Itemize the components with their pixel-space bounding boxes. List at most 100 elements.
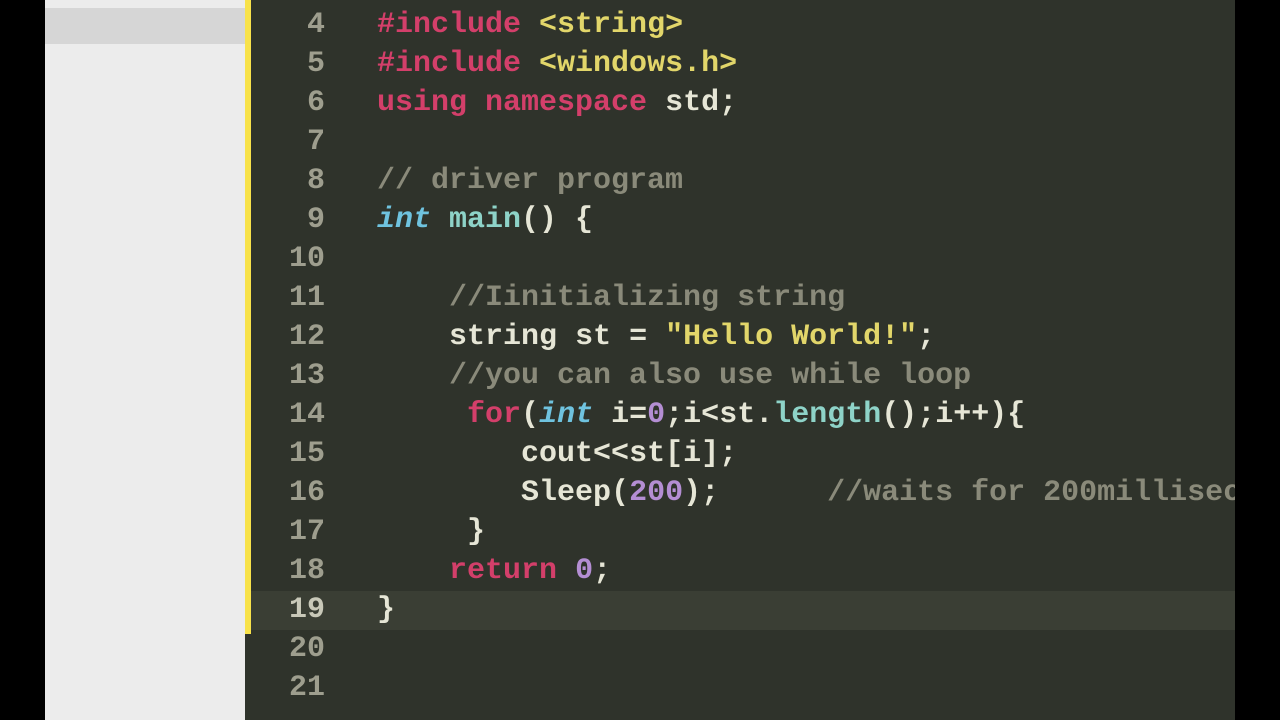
code-token: = bbox=[629, 398, 647, 432]
code-token: (); bbox=[881, 398, 935, 432]
code-token: using bbox=[377, 86, 467, 120]
margin-marker bbox=[45, 8, 245, 44]
line-number[interactable]: 13 bbox=[251, 357, 343, 396]
code-token: Sleep bbox=[521, 476, 611, 510]
code-token: 200 bbox=[629, 476, 683, 510]
code-token: < bbox=[701, 398, 719, 432]
code-line[interactable] bbox=[343, 669, 1235, 708]
line-number[interactable]: 6 bbox=[251, 84, 343, 123]
code-token bbox=[557, 320, 575, 354]
code-token: } bbox=[449, 515, 485, 549]
code-token: <windows.h> bbox=[539, 47, 737, 81]
code-token: st bbox=[575, 320, 611, 354]
code-token bbox=[593, 398, 611, 432]
code-line[interactable]: return 0; bbox=[343, 552, 1235, 591]
code-token: "Hello World!" bbox=[665, 320, 917, 354]
code-token: = bbox=[611, 320, 665, 354]
code-token bbox=[719, 476, 827, 510]
folding-margin[interactable] bbox=[45, 0, 245, 720]
line-number[interactable]: 19 bbox=[251, 591, 343, 630]
line-number[interactable]: 7 bbox=[251, 123, 343, 162]
code-token: ; bbox=[719, 86, 737, 120]
line-number[interactable]: 9 bbox=[251, 201, 343, 240]
code-line[interactable]: int main() { bbox=[343, 201, 1235, 240]
code-token: st bbox=[629, 437, 665, 471]
code-line[interactable]: } bbox=[343, 513, 1235, 552]
code-token: 0 bbox=[575, 554, 593, 588]
line-number[interactable]: 15 bbox=[251, 435, 343, 474]
code-line[interactable]: Sleep(200); //waits for 200milliseco bbox=[343, 474, 1235, 513]
line-number[interactable]: 18 bbox=[251, 552, 343, 591]
code-token bbox=[521, 47, 539, 81]
line-number-gutter[interactable]: 456789101112131415161718192021 bbox=[251, 0, 343, 720]
code-token: () { bbox=[521, 203, 593, 237]
line-number[interactable]: 11 bbox=[251, 279, 343, 318]
line-number[interactable]: 8 bbox=[251, 162, 343, 201]
code-token bbox=[467, 86, 485, 120]
code-token: } bbox=[377, 593, 395, 627]
code-token: cout bbox=[521, 437, 593, 471]
code-line[interactable]: #include <string> bbox=[343, 6, 1235, 45]
code-line[interactable]: } bbox=[343, 591, 1235, 630]
line-number[interactable]: 14 bbox=[251, 396, 343, 435]
line-number[interactable]: 20 bbox=[251, 630, 343, 669]
line-number[interactable]: 4 bbox=[251, 6, 343, 45]
code-token: #include bbox=[377, 8, 521, 42]
code-token: ; bbox=[917, 320, 935, 354]
code-token: // driver program bbox=[377, 164, 683, 198]
code-token: ( bbox=[611, 476, 629, 510]
code-token: //waits for 200milliseco bbox=[827, 476, 1235, 510]
code-editor-area[interactable]: #include <string>#include <windows.h>usi… bbox=[343, 0, 1235, 720]
code-line[interactable] bbox=[343, 240, 1235, 279]
code-token bbox=[647, 86, 665, 120]
code-token: << bbox=[593, 437, 629, 471]
code-token bbox=[521, 8, 539, 42]
code-token: 0 bbox=[647, 398, 665, 432]
code-token: i bbox=[683, 437, 701, 471]
code-token: ( bbox=[521, 398, 539, 432]
code-line[interactable]: // driver program bbox=[343, 162, 1235, 201]
code-token: string bbox=[449, 320, 557, 354]
code-line[interactable] bbox=[343, 123, 1235, 162]
code-token: ; bbox=[665, 398, 683, 432]
code-token bbox=[449, 398, 467, 432]
code-token: length bbox=[773, 398, 881, 432]
code-line[interactable]: for(int i=0;i<st.length();i++){ bbox=[343, 396, 1235, 435]
code-token: <string> bbox=[539, 8, 683, 42]
code-token bbox=[431, 203, 449, 237]
code-line[interactable]: using namespace std; bbox=[343, 84, 1235, 123]
code-token: ++ bbox=[953, 398, 989, 432]
code-line[interactable]: //Iinitializing string bbox=[343, 279, 1235, 318]
line-number[interactable]: 12 bbox=[251, 318, 343, 357]
code-token: i bbox=[935, 398, 953, 432]
line-number[interactable]: 16 bbox=[251, 474, 343, 513]
code-token: for bbox=[467, 398, 521, 432]
code-line[interactable]: #include <windows.h> bbox=[343, 45, 1235, 84]
code-token: #include bbox=[377, 47, 521, 81]
line-number[interactable]: 21 bbox=[251, 669, 343, 708]
line-number[interactable]: 10 bbox=[251, 240, 343, 279]
code-line[interactable]: cout<<st[i]; bbox=[343, 435, 1235, 474]
code-token: st bbox=[719, 398, 755, 432]
line-number[interactable]: 5 bbox=[251, 45, 343, 84]
code-token: main bbox=[449, 203, 521, 237]
code-token: namespace bbox=[485, 86, 647, 120]
code-token: return bbox=[449, 554, 557, 588]
editor-frame: 456789101112131415161718192021 #include … bbox=[45, 0, 1235, 720]
line-number[interactable]: 17 bbox=[251, 513, 343, 552]
code-token bbox=[557, 554, 575, 588]
code-token: [ bbox=[665, 437, 683, 471]
code-token: ){ bbox=[989, 398, 1025, 432]
code-token: int bbox=[539, 398, 593, 432]
code-token: ); bbox=[683, 476, 719, 510]
code-token: . bbox=[755, 398, 773, 432]
code-line[interactable]: //you can also use while loop bbox=[343, 357, 1235, 396]
code-line[interactable]: string st = "Hello World!"; bbox=[343, 318, 1235, 357]
code-line[interactable] bbox=[343, 630, 1235, 669]
code-token: ; bbox=[593, 554, 611, 588]
code-token: i bbox=[683, 398, 701, 432]
code-token: //Iinitializing string bbox=[449, 281, 845, 315]
code-token: int bbox=[377, 203, 431, 237]
code-token: //you can also use while loop bbox=[449, 359, 971, 393]
code-token: ]; bbox=[701, 437, 737, 471]
